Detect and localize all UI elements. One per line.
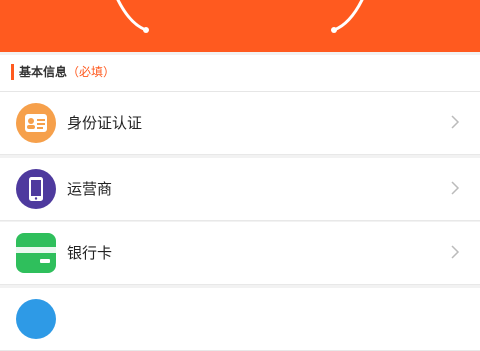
list-item-label: 身份证认证 [67, 114, 143, 132]
section-title-text: 基本信息 [19, 65, 68, 79]
section-title: 基本信息（必填） [19, 64, 115, 80]
mobile-phone-icon [16, 169, 56, 209]
header-banner [0, 0, 480, 52]
chevron-right-icon [451, 181, 460, 195]
required-note: （必填） [67, 65, 116, 79]
id-card-icon [16, 103, 56, 143]
list-item-partial[interactable] [0, 288, 480, 351]
list-item-carrier[interactable]: 运营商 [0, 158, 480, 221]
partial-icon [16, 299, 56, 339]
list-item-label: 运营商 [67, 180, 113, 198]
section-header-basic-info: 基本信息（必填） [0, 55, 480, 92]
list-item-label: 银行卡 [67, 244, 113, 262]
chevron-right-icon [451, 115, 460, 129]
decorative-arc-icon [116, 0, 364, 33]
chevron-right-icon [451, 245, 460, 259]
section-accent-bar [11, 64, 14, 80]
bank-card-icon [16, 233, 56, 273]
list-item-id-verification[interactable]: 身份证认证 [0, 92, 480, 155]
list-item-bank-card[interactable]: 银行卡 [0, 222, 480, 285]
